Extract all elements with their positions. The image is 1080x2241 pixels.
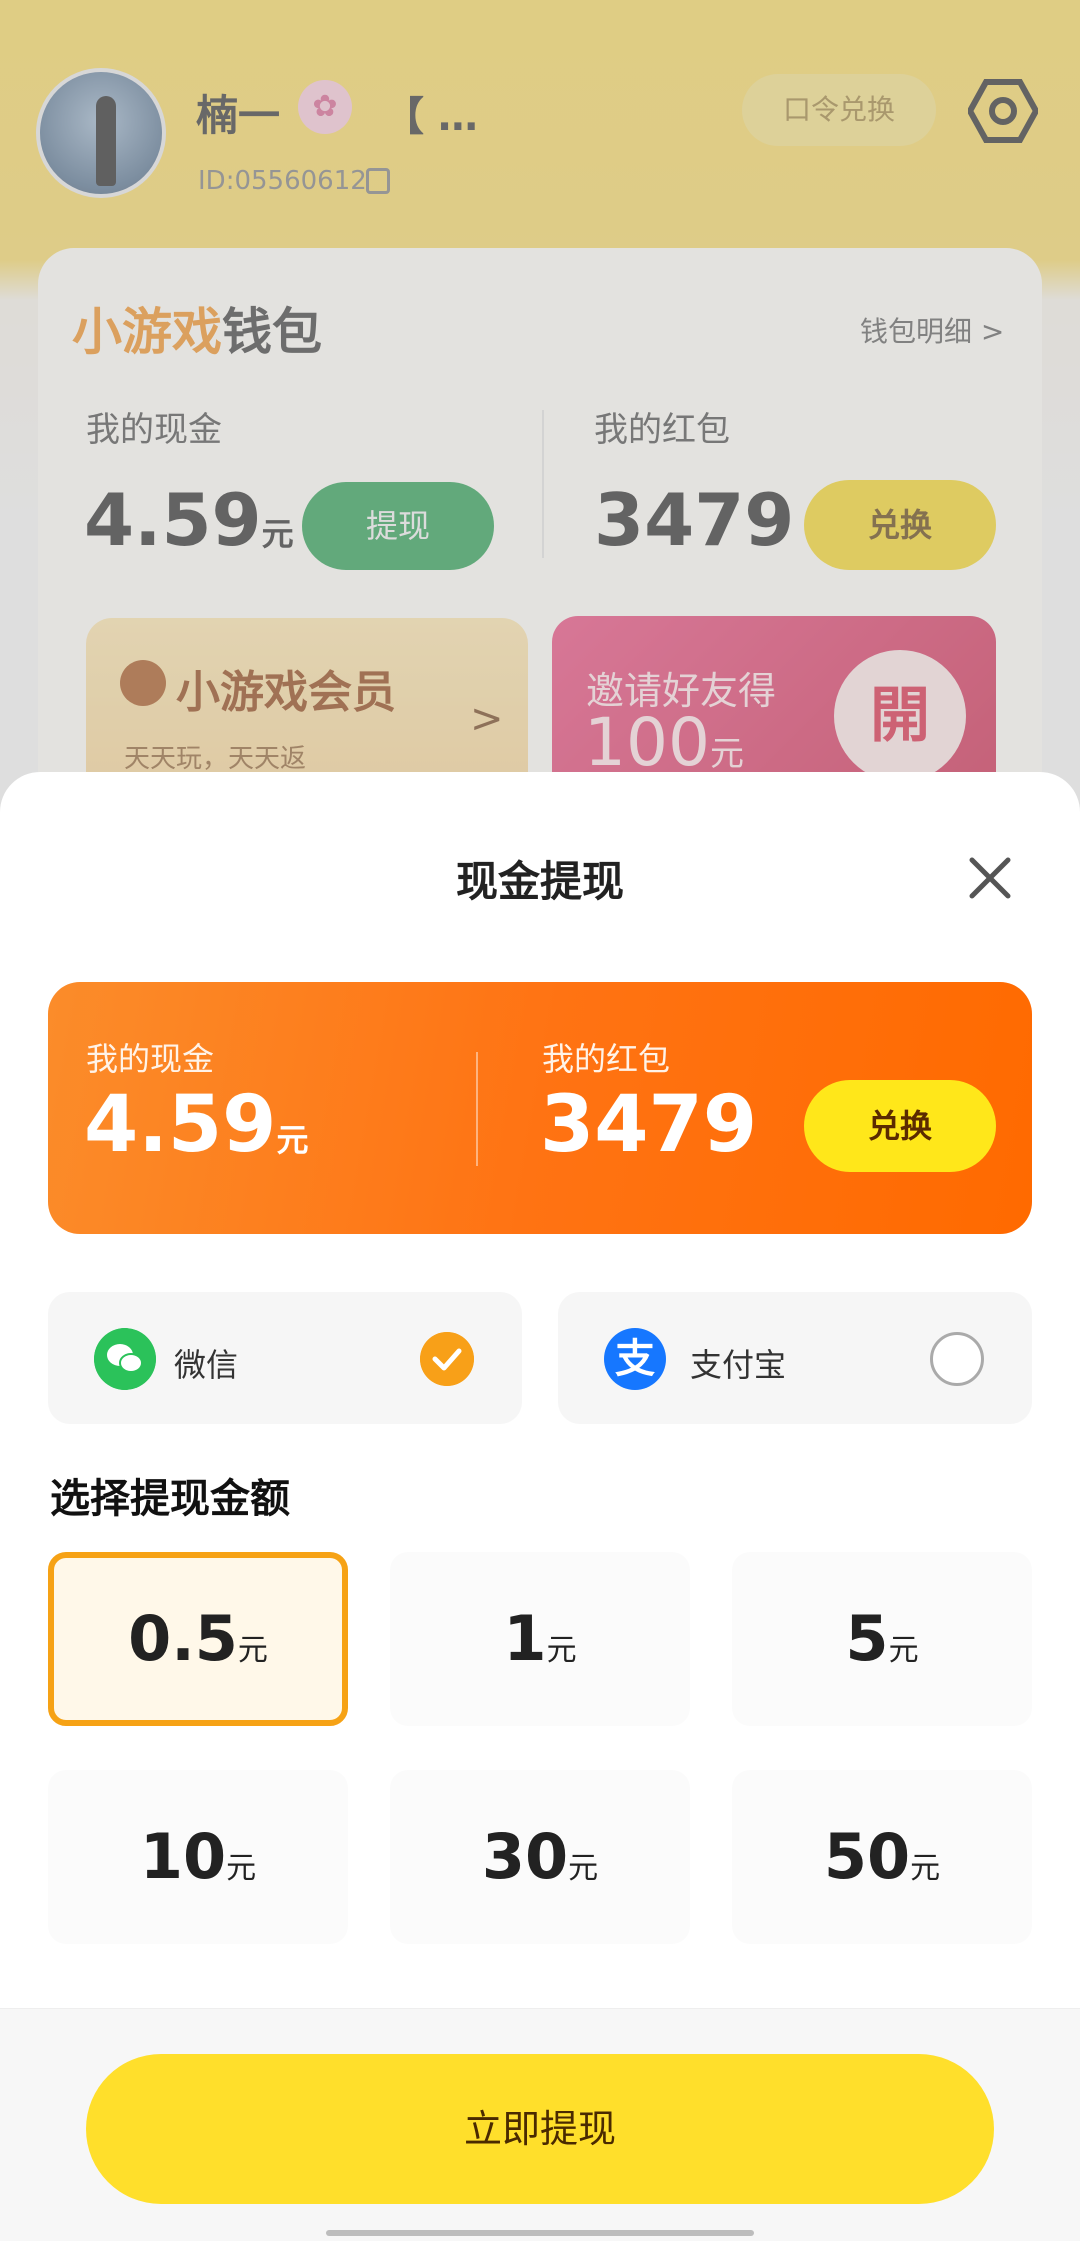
payment-name-wechat: 微信 bbox=[174, 1346, 239, 1384]
sheet-title: 现金提现 bbox=[455, 857, 624, 906]
amount-option-50[interactable]: 50元 bbox=[732, 1770, 1032, 1944]
card-redpack-label: 我的红包 bbox=[542, 1040, 671, 1078]
payment-name-alipay: 支付宝 bbox=[690, 1346, 787, 1384]
wechat-icon bbox=[94, 1328, 156, 1390]
amount-option-10[interactable]: 10元 bbox=[48, 1770, 348, 1944]
card-cash-label: 我的现金 bbox=[86, 1040, 215, 1078]
amount-section-title: 选择提现金额 bbox=[50, 1476, 290, 1522]
card-exchange-button[interactable]: 兑换 bbox=[804, 1080, 996, 1172]
amount-option-1[interactable]: 1元 bbox=[390, 1552, 690, 1726]
amount-option-5[interactable]: 5元 bbox=[732, 1552, 1032, 1726]
alipay-icon: 支 bbox=[604, 1328, 666, 1390]
card-divider bbox=[476, 1052, 478, 1166]
checkmark-icon[interactable] bbox=[420, 1332, 474, 1386]
card-cash-value: 4.59元 bbox=[84, 1080, 309, 1170]
card-redpack-value: 3479 bbox=[540, 1080, 758, 1170]
radio-unchecked-icon[interactable] bbox=[930, 1332, 984, 1386]
close-icon[interactable] bbox=[964, 852, 1016, 904]
withdraw-now-button[interactable]: 立即提现 bbox=[86, 2054, 994, 2204]
home-indicator[interactable] bbox=[326, 2230, 754, 2236]
amount-option-30[interactable]: 30元 bbox=[390, 1770, 690, 1944]
amount-option-0.5[interactable]: 0.5元 bbox=[48, 1552, 348, 1726]
